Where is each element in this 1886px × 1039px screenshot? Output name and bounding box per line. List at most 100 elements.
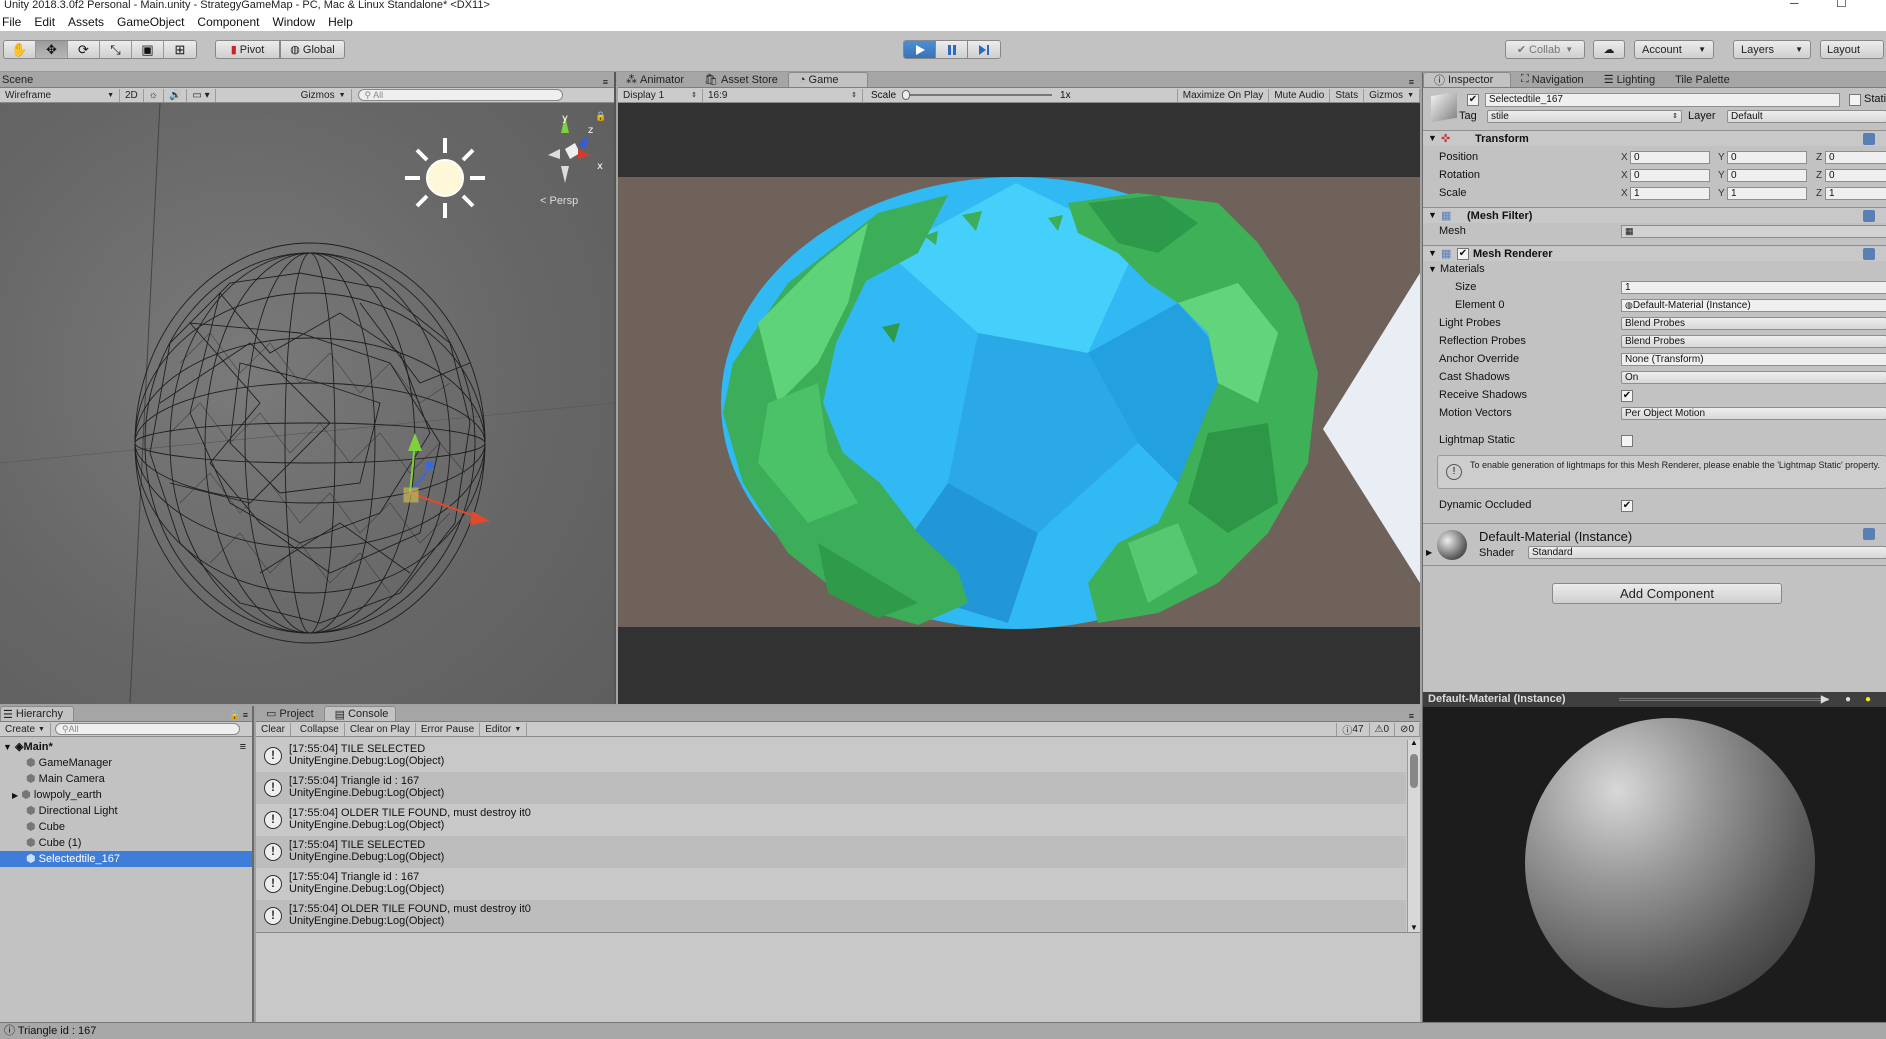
rect-tool-icon[interactable]: ▣ [132, 41, 164, 58]
layer-dropdown[interactable]: Default [1727, 110, 1886, 123]
effects-toggle-icon[interactable]: ▭ ▾ [187, 88, 216, 102]
help-icon[interactable] [1863, 248, 1875, 260]
collab-button[interactable]: ✔ Collab ▼ [1505, 40, 1585, 59]
element0-field[interactable]: ◍Default-Material (Instance) [1621, 299, 1886, 312]
tag-dropdown[interactable]: stile ⇕ [1487, 110, 1682, 123]
gizmos-dropdown[interactable]: Gizmos ▼ [296, 88, 352, 102]
menu-assets[interactable]: Assets [68, 15, 104, 29]
lightmap-static-checkbox[interactable] [1621, 435, 1633, 447]
collapse-arrow-icon[interactable]: ▼ [1428, 248, 1437, 258]
tab-game[interactable]: ◔ Game [787, 72, 868, 87]
scale-x-field[interactable]: 1 [1630, 187, 1710, 200]
rotation-z-field[interactable]: 0 [1825, 169, 1886, 182]
mesh-renderer-enabled-checkbox[interactable]: ✔ [1457, 248, 1469, 260]
panel-menu-icon[interactable]: ≡ [1409, 711, 1414, 721]
hierarchy-item-lowpoly-earth[interactable]: ▶ ⬢ lowpoly_earth [0, 787, 252, 803]
tab-hierarchy[interactable]: ☰ Hierarchy [0, 706, 74, 721]
log-count-toggle[interactable]: ⓘ 47 [1336, 722, 1370, 737]
rotate-tool-icon[interactable]: ⟳ [68, 41, 100, 58]
log-entry[interactable]: ! [17:55:04] OLDER TILE FOUND, must destr… [256, 900, 1406, 932]
maximize-icon[interactable]: ☐ [1836, 0, 1847, 9]
tab-tile-palette[interactable]: Tile Palette [1665, 72, 1740, 87]
2d-toggle[interactable]: 2D [120, 88, 144, 102]
console-scrollbar[interactable]: ▲ ▼ [1407, 738, 1420, 932]
layout-dropdown[interactable]: Layout [1820, 40, 1884, 59]
play-button[interactable] [904, 41, 936, 58]
receive-shadows-checkbox[interactable]: ✔ [1621, 390, 1633, 402]
move-gizmo[interactable] [370, 433, 490, 553]
active-checkbox[interactable]: ✔ [1467, 94, 1479, 106]
error-pause-toggle[interactable]: Error Pause [416, 722, 481, 736]
scale-slider-handle[interactable] [902, 90, 911, 100]
mute-audio-toggle[interactable]: Mute Audio [1269, 88, 1331, 102]
panel-menu-icon[interactable]: ≡ [1409, 77, 1414, 87]
tab-inspector[interactable]: ⓘ Inspector [1423, 72, 1511, 87]
tab-scene[interactable]: Scene [0, 72, 44, 87]
audio-toggle-icon[interactable]: 🔊 [164, 88, 188, 102]
menu-window[interactable]: Window [272, 15, 315, 29]
cast-shadows-dropdown[interactable]: On [1621, 371, 1886, 384]
menu-gameobject[interactable]: GameObject [117, 15, 184, 29]
tab-navigation[interactable]: ⛶ Navigation [1511, 72, 1594, 87]
menu-component[interactable]: Component [197, 15, 259, 29]
preview-light-icon[interactable]: ● [1865, 692, 1871, 707]
maximize-on-play-toggle[interactable]: Maximize On Play [1176, 88, 1270, 102]
help-icon[interactable] [1863, 133, 1875, 145]
rotation-y-field[interactable]: 0 [1727, 169, 1807, 182]
render-mode-dropdown[interactable]: Wireframe ▼ [0, 88, 120, 102]
panel-menu-icon[interactable]: ≡ [603, 77, 608, 87]
play-preview-icon[interactable]: ▶ [1821, 692, 1829, 707]
transform-header[interactable]: ▼ ✜ Transform [1423, 130, 1886, 146]
scroll-down-icon[interactable]: ▼ [1410, 923, 1418, 932]
scene-viewport[interactable]: y x z 🔒 < Persp [0, 103, 614, 704]
position-z-field[interactable]: 0 [1825, 151, 1886, 164]
log-entry[interactable]: ! [17:55:04] Triangle id : 167 UnityEngine… [256, 868, 1406, 900]
step-button[interactable] [968, 41, 1000, 58]
pivot-button[interactable]: ▮ Pivot [215, 40, 280, 59]
preview-sphere-icon[interactable]: ● [1845, 692, 1851, 707]
log-entry[interactable]: ! [17:55:04] Triangle id : 167 UnityEngine… [256, 772, 1406, 804]
materials-size-field[interactable]: 1 [1621, 281, 1886, 294]
cloud-button[interactable]: ☁ [1593, 40, 1625, 59]
log-entry[interactable]: ! [17:55:04] TILE SELECTED UnityEngine.Deb… [256, 836, 1406, 868]
menu-help[interactable]: Help [328, 15, 353, 29]
hierarchy-item-cube-1[interactable]: ⬢ Cube (1) [0, 835, 252, 851]
tab-lighting[interactable]: ☰ Lighting [1594, 72, 1665, 87]
menu-edit[interactable]: Edit [34, 15, 55, 29]
reflection-probes-dropdown[interactable]: Blend Probes [1621, 335, 1886, 348]
aspect-dropdown[interactable]: 16:9 ⇕ [703, 88, 863, 102]
editor-dropdown[interactable]: Editor ▼ [480, 722, 528, 736]
rotation-x-field[interactable]: 0 [1630, 169, 1710, 182]
collapse-arrow-icon[interactable]: ▼ [1428, 210, 1437, 220]
scene-search-input[interactable]: ⚲ All [357, 89, 563, 101]
stats-toggle[interactable]: Stats [1330, 88, 1365, 102]
display-dropdown[interactable]: Display 1 ⇕ [618, 88, 703, 102]
hand-tool-icon[interactable]: ✋ [4, 41, 36, 58]
pause-button[interactable] [936, 41, 968, 58]
game-gizmos-dropdown[interactable]: Gizmos ▼ [1364, 88, 1420, 102]
global-button[interactable]: ◍ Global [280, 40, 345, 59]
warning-count-toggle[interactable]: ⚠ 0 [1370, 722, 1396, 736]
clear-on-play-toggle[interactable]: Clear on Play [345, 722, 416, 736]
log-entry[interactable]: ! [17:55:04] OLDER TILE FOUND, must destr… [256, 804, 1406, 836]
create-dropdown[interactable]: Create ▼ [0, 722, 51, 736]
help-icon[interactable] [1863, 210, 1875, 222]
scrollbar-thumb[interactable] [1410, 754, 1418, 788]
help-icon[interactable] [1863, 528, 1875, 540]
lock-icon[interactable]: 🔒 ≡ [229, 710, 248, 721]
move-tool-icon[interactable]: ✥ [36, 41, 68, 58]
position-y-field[interactable]: 0 [1727, 151, 1807, 164]
hierarchy-item-directional-light[interactable]: ⬢ Directional Light [0, 803, 252, 819]
lock-icon[interactable]: 🔒 [595, 111, 606, 122]
hierarchy-item-main-camera[interactable]: ⬢ Main Camera [0, 771, 252, 787]
menu-file[interactable]: File [2, 15, 21, 29]
tab-asset-store[interactable]: 🛍 Asset Store [694, 72, 788, 87]
scale-z-field[interactable]: 1 [1825, 187, 1886, 200]
layers-dropdown[interactable]: Layers ▼ [1733, 40, 1811, 59]
mesh-renderer-header[interactable]: ▼ ▦ ✔ Mesh Renderer [1423, 245, 1886, 261]
hierarchy-item-cube[interactable]: ⬢ Cube [0, 819, 252, 835]
anchor-override-field[interactable]: None (Transform) [1621, 353, 1886, 366]
collapse-arrow-icon[interactable]: ▼ [1428, 133, 1437, 143]
mesh-filter-header[interactable]: ▼ ▦ (Mesh Filter) [1423, 207, 1886, 223]
hierarchy-item-gamemanager[interactable]: ⬢ GameManager [0, 755, 252, 771]
